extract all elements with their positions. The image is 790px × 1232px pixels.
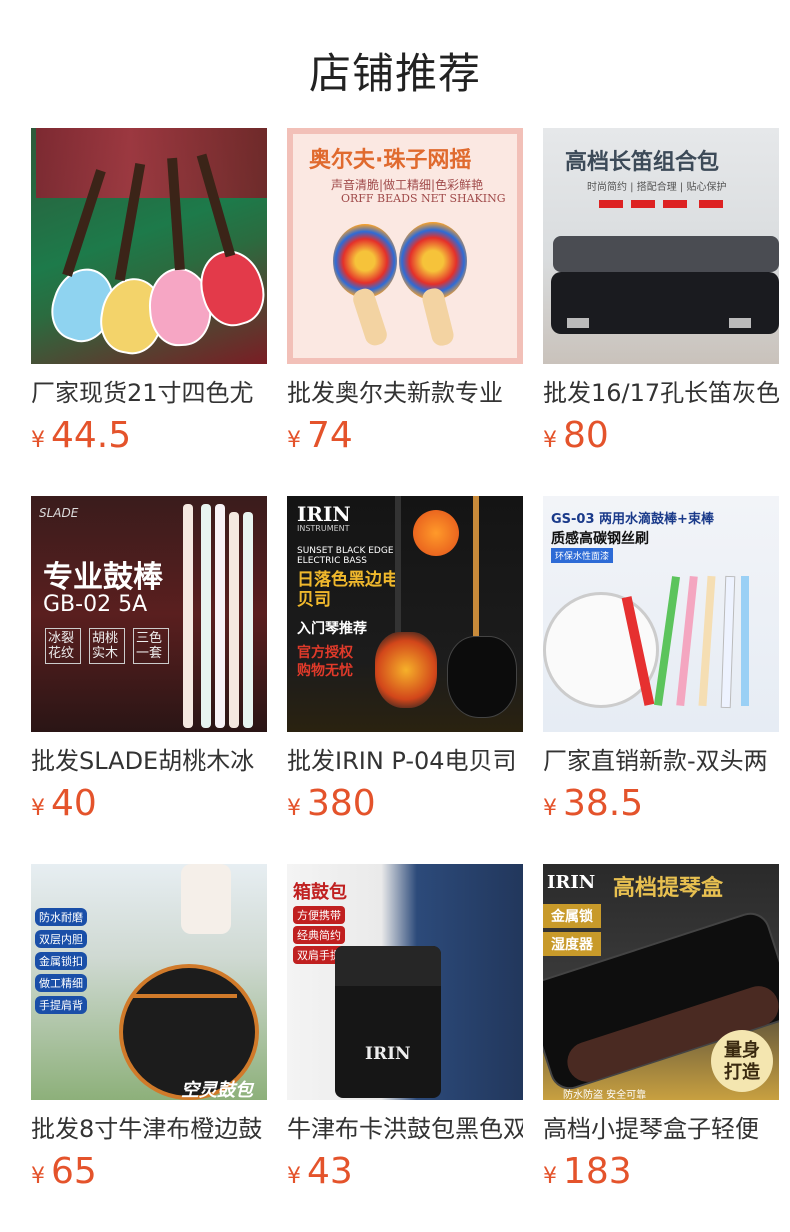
product-name[interactable]: 厂家现货21寸四色尤 (31, 378, 267, 408)
product-name[interactable]: 高档小提琴盒子轻便 (543, 1114, 779, 1144)
product-card[interactable]: 奥尔夫·珠子网摇 声音清脆|做工精细|色彩鲜艳 ORFF BEADS NET S… (287, 128, 523, 460)
product-price: ¥183 (543, 1151, 632, 1192)
product-card[interactable]: 防水耐磨 双层内胆 金属锁扣 做工精细 手提肩背 空灵鼓包 批发8寸牛津布橙边鼓… (31, 864, 267, 1196)
product-card[interactable]: GS-03 两用水滴鼓棒+束棒 质感高碳钢丝刷 环保水性面漆 厂家直销新款-双头… (543, 496, 779, 828)
product-card[interactable]: IRIN 高档提琴盒 金属锁 湿度器 量身打造 防水防盗 安全可靠 高档小提琴盒… (543, 864, 779, 1196)
product-card[interactable]: 厂家现货21寸四色尤 ¥44.5 (31, 128, 267, 460)
product-image-cajon-bag[interactable]: 箱鼓包 方便携带 经典简约 双肩手提 IRIN (287, 864, 523, 1100)
product-price: ¥380 (287, 783, 376, 824)
product-image-flute-case[interactable]: 高档长笛组合包 时尚简约 | 搭配合理 | 贴心保护 (543, 128, 779, 364)
product-card[interactable]: 高档长笛组合包 时尚简约 | 搭配合理 | 贴心保护 批发16/17孔长笛灰色 … (543, 128, 779, 460)
product-name[interactable]: 批发SLADE胡桃木冰 (31, 746, 267, 776)
product-card[interactable]: 箱鼓包 方便携带 经典简约 双肩手提 IRIN 牛津布卡洪鼓包黑色双 ¥43 (287, 864, 523, 1196)
product-price: ¥38.5 (543, 783, 644, 824)
product-price: ¥43 (287, 1151, 353, 1192)
product-image-drum-bag[interactable]: 防水耐磨 双层内胆 金属锁扣 做工精细 手提肩背 空灵鼓包 (31, 864, 267, 1100)
product-name[interactable]: 批发IRIN P-04电贝司 (287, 746, 523, 776)
product-price: ¥80 (543, 415, 609, 456)
product-card[interactable]: IRIN INSTRUMENT SUNSET BLACK EDGE ELECTR… (287, 496, 523, 828)
product-image-drumsticks[interactable]: SLADE 专业鼓棒 GB-02 5A 冰裂花纹 胡桃实木 三色一套 (31, 496, 267, 732)
product-price: ¥74 (287, 415, 353, 456)
product-name[interactable]: 牛津布卡洪鼓包黑色双 (287, 1114, 523, 1144)
product-image-bass[interactable]: IRIN INSTRUMENT SUNSET BLACK EDGE ELECTR… (287, 496, 523, 732)
product-image-violin-case[interactable]: IRIN 高档提琴盒 金属锁 湿度器 量身打造 防水防盗 安全可靠 (543, 864, 779, 1100)
product-price: ¥40 (31, 783, 97, 824)
product-price: ¥44.5 (31, 415, 132, 456)
product-price: ¥65 (31, 1151, 97, 1192)
product-image-ukulele[interactable] (31, 128, 267, 364)
page-title: 店铺推荐 (308, 49, 481, 98)
product-card[interactable]: SLADE 专业鼓棒 GB-02 5A 冰裂花纹 胡桃实木 三色一套 批发SLA… (31, 496, 267, 828)
product-name[interactable]: 厂家直销新款-双头两 (543, 746, 779, 776)
product-image-shakers[interactable]: 奥尔夫·珠子网摇 声音清脆|做工精细|色彩鲜艳 ORFF BEADS NET S… (287, 128, 523, 364)
product-name[interactable]: 批发16/17孔长笛灰色 (543, 378, 779, 408)
product-name[interactable]: 批发8寸牛津布橙边鼓 (31, 1114, 267, 1144)
product-image-brushes[interactable]: GS-03 两用水滴鼓棒+束棒 质感高碳钢丝刷 环保水性面漆 (543, 496, 779, 732)
product-name[interactable]: 批发奥尔夫新款专业 (287, 378, 523, 408)
